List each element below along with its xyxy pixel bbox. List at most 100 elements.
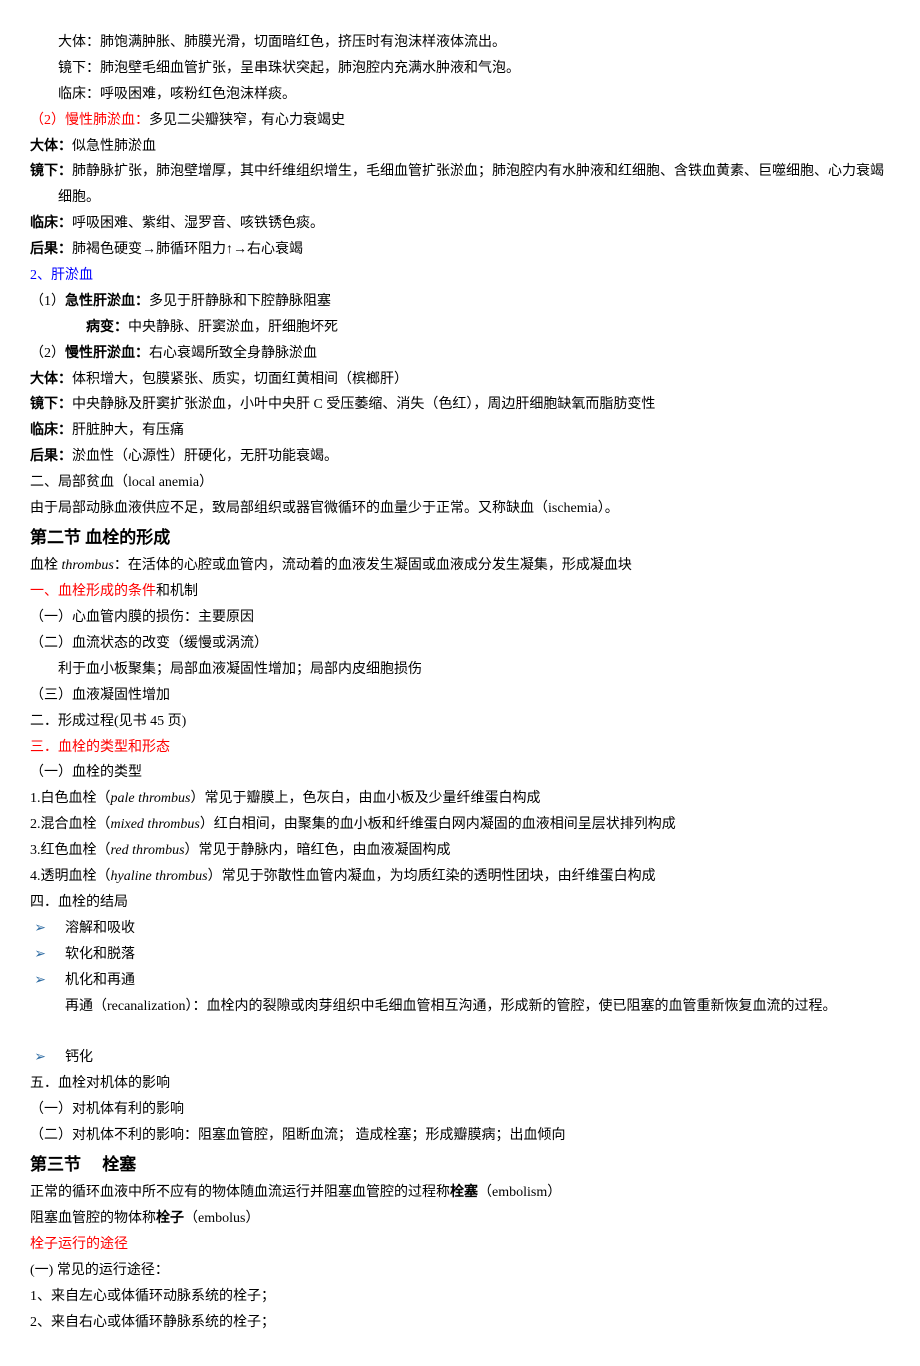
text: 溶解和吸收 xyxy=(65,921,135,936)
text: （2） xyxy=(30,346,65,361)
body-text: 4.透明血栓（hyaline thrombus）常见于弥散性血管内凝血，为均质红… xyxy=(30,864,890,890)
text: 1.白色血栓（ xyxy=(30,791,111,806)
text: 第三节 xyxy=(30,1155,81,1174)
body-text: （2）慢性肝淤血：右心衰竭所致全身静脉淤血 xyxy=(30,341,890,367)
bullet-arrow-icon: ➢ xyxy=(30,1045,65,1071)
label-clinical: 临床： xyxy=(30,216,72,231)
section-title-thrombus: 第二节 血栓的形成 xyxy=(30,522,890,553)
term-red: red thrombus xyxy=(111,843,185,858)
term-thrombus: thrombus xyxy=(62,558,114,573)
body-text: 临床：呼吸困难，咳粉红色泡沫样痰。 xyxy=(30,82,890,108)
body-text: 大体：体积增大，包膜紧张、质实，切面红黄相间（槟榔肝） xyxy=(30,367,890,393)
heading-effect: 五．血栓对机体的影响 xyxy=(30,1071,890,1097)
body-text: （1）急性肝淤血：多见于肝静脉和下腔静脉阻塞 xyxy=(30,289,890,315)
bullet-arrow-icon: ➢ xyxy=(30,942,65,968)
text: （embolism） xyxy=(478,1185,561,1200)
term-embolism: 栓塞 xyxy=(450,1185,478,1200)
text: ）常见于静脉内，暗红色，由血液凝固构成 xyxy=(185,843,451,858)
label-clinical: 临床： xyxy=(30,423,72,438)
body-text-cont: 细胞。 xyxy=(30,185,890,211)
text: 肝脏肿大，有压痛 xyxy=(72,423,184,438)
term-mixed: mixed thrombus xyxy=(111,817,200,832)
body-text: 由于局部动脉血液供应不足，致局部组织或器官微循环的血量少于正常。又称缺血（isc… xyxy=(30,496,890,522)
list-item: ➢溶解和吸收 xyxy=(30,916,890,942)
text: 多见于肝静脉和下腔静脉阻塞 xyxy=(149,294,331,309)
text: 栓塞 xyxy=(102,1155,136,1174)
heading-liver: 2、肝淤血 xyxy=(30,263,890,289)
text: 肺褐色硬变→肺循环阻力↑→右心衰竭 xyxy=(72,242,303,257)
body-text: （三）血液凝固性增加 xyxy=(30,683,890,709)
label-lesion: 病变： xyxy=(86,320,128,335)
body-text: 后果：淤血性（心源性）肝硬化，无肝功能衰竭。 xyxy=(30,444,890,470)
heading-types: 三．血栓的类型和形态 xyxy=(30,735,890,761)
body-text: 再通（recanalization）：血栓内的裂隙或肉芽组织中毛细血管相互沟通，… xyxy=(30,994,890,1020)
text: 淤血性（心源性）肝硬化，无肝功能衰竭。 xyxy=(72,449,338,464)
body-text: (一) 常见的运行途径： xyxy=(30,1258,890,1284)
spacer xyxy=(30,1019,890,1045)
body-text: 3.红色血栓（red thrombus）常见于静脉内，暗红色，由血液凝固构成 xyxy=(30,838,890,864)
text: 呼吸困难、紫绀、湿罗音、咳铁锈色痰。 xyxy=(72,216,324,231)
text: ）红白相间，由聚集的血小板和纤维蛋白网内凝固的血液相间呈层状排列构成 xyxy=(200,817,676,832)
text: 阻塞血管腔的物体称 xyxy=(30,1211,156,1226)
text: （1） xyxy=(30,294,65,309)
text: 多见二尖瓣狭窄，有心力衰竭史 xyxy=(149,113,345,128)
label-gross: 大体： xyxy=(30,372,72,387)
term-pale: pale thrombus xyxy=(111,791,191,806)
heading-local-anemia: 二、局部贫血（local anemia） xyxy=(30,470,890,496)
text: ）常见于瓣膜上，色灰白，由血小板及少量纤维蛋白构成 xyxy=(190,791,540,806)
text: 钙化 xyxy=(65,1050,93,1065)
label-outcome: 后果： xyxy=(30,449,72,464)
text: 4.透明血栓（ xyxy=(30,869,111,884)
body-text: （一）血栓的类型 xyxy=(30,760,890,786)
bullet-arrow-icon: ➢ xyxy=(30,968,65,994)
term-embolus: 栓子 xyxy=(156,1211,184,1226)
label-acute-liver: 急性肝淤血： xyxy=(65,294,149,309)
text: 中央静脉及肝窦扩张淤血，小叶中央肝 C 受压萎缩、消失（色红），周边肝细胞缺氧而… xyxy=(72,397,655,412)
body-text: 后果：肺褐色硬变→肺循环阻力↑→右心衰竭 xyxy=(30,237,890,263)
label-microscopic: 镜下： xyxy=(30,164,72,179)
text: 正常的循环血液中所不应有的物体随血流运行并阻塞血管腔的过程称 xyxy=(30,1185,450,1200)
body-text: 正常的循环血液中所不应有的物体随血流运行并阻塞血管腔的过程称栓塞（embolis… xyxy=(30,1180,890,1206)
section-title-embolism: 第三节 栓塞 xyxy=(30,1149,890,1180)
body-text: 镜下：肺静脉扩张，肺泡壁增厚，其中纤维组织增生，毛细血管扩张淤血；肺泡腔内有水肿… xyxy=(30,159,890,185)
text: ）常见于弥散性血管内凝血，为均质红染的透明性团块，由纤维蛋白构成 xyxy=(208,869,656,884)
body-text: （一）对机体有利的影响 xyxy=(30,1097,890,1123)
body-text: 病变：中央静脉、肝窦淤血，肝细胞坏死 xyxy=(30,315,890,341)
body-text: 一、血栓形成的条件和机制 xyxy=(30,579,890,605)
list-item: ➢钙化 xyxy=(30,1045,890,1071)
text: 似急性肺淤血 xyxy=(72,139,156,154)
body-text: 利于血小板聚集；局部血液凝固性增加；局部内皮细胞损伤 xyxy=(30,657,890,683)
body-text: （一）心血管内膜的损伤：主要原因 xyxy=(30,605,890,631)
body-text: 2.混合血栓（mixed thrombus）红白相间，由聚集的血小板和纤维蛋白网… xyxy=(30,812,890,838)
text: 体积增大，包膜紧张、质实，切面红黄相间（槟榔肝） xyxy=(72,372,408,387)
body-text: 二．形成过程(见书 45 页) xyxy=(30,709,890,735)
body-text: 临床：肝脏肿大，有压痛 xyxy=(30,418,890,444)
body-text: （2）慢性肺淤血：多见二尖瓣狭窄，有心力衰竭史 xyxy=(30,108,890,134)
body-text: 阻塞血管腔的物体称栓子（embolus） xyxy=(30,1206,890,1232)
body-text: 血栓 thrombus：在活体的心腔或血管内，流动着的血液发生凝固或血液成分发生… xyxy=(30,553,890,579)
body-text: 1、来自左心或体循环动脉系统的栓子； xyxy=(30,1284,890,1310)
label-outcome: 后果： xyxy=(30,242,72,257)
text: 机化和再通 xyxy=(65,973,135,988)
body-text: 镜下：肺泡壁毛细血管扩张，呈串珠状突起，肺泡腔内充满水肿液和气泡。 xyxy=(30,56,890,82)
text: 右心衰竭所致全身静脉淤血 xyxy=(149,346,317,361)
label-chronic-lung: （2）慢性肺淤血： xyxy=(30,113,149,128)
text: 3.红色血栓（ xyxy=(30,843,111,858)
body-text: 镜下：中央静脉及肝窦扩张淤血，小叶中央肝 C 受压萎缩、消失（色红），周边肝细胞… xyxy=(30,392,890,418)
body-text: 大体：似急性肺淤血 xyxy=(30,134,890,160)
list-item: ➢机化和再通 xyxy=(30,968,890,994)
body-text: 2、来自右心或体循环静脉系统的栓子； xyxy=(30,1310,890,1336)
text: 中央静脉、肝窦淤血，肝细胞坏死 xyxy=(128,320,338,335)
text: ：在活体的心腔或血管内，流动着的血液发生凝固或血液成分发生凝集，形成凝血块 xyxy=(114,558,632,573)
label-microscopic: 镜下： xyxy=(30,397,72,412)
list-item: ➢软化和脱落 xyxy=(30,942,890,968)
body-text: （二）血流状态的改变（缓慢或涡流） xyxy=(30,631,890,657)
heading-outcome: 四．血栓的结局 xyxy=(30,890,890,916)
heading-conditions: 一、血栓形成的条件 xyxy=(30,584,156,599)
body-text: （二）对机体不利的影响：阻塞血管腔，阻断血流； 造成栓塞；形成瓣膜病；出血倾向 xyxy=(30,1123,890,1149)
text: 肺静脉扩张，肺泡壁增厚，其中纤维组织增生，毛细血管扩张淤血；肺泡腔内有水肿液和红… xyxy=(72,164,884,179)
heading-routes: 栓子运行的途径 xyxy=(30,1232,890,1258)
body-text: 大体：肺饱满肿胀、肺膜光滑，切面暗红色，挤压时有泡沫样液体流出。 xyxy=(30,30,890,56)
text: 软化和脱落 xyxy=(65,947,135,962)
text: （embolus） xyxy=(184,1211,259,1226)
